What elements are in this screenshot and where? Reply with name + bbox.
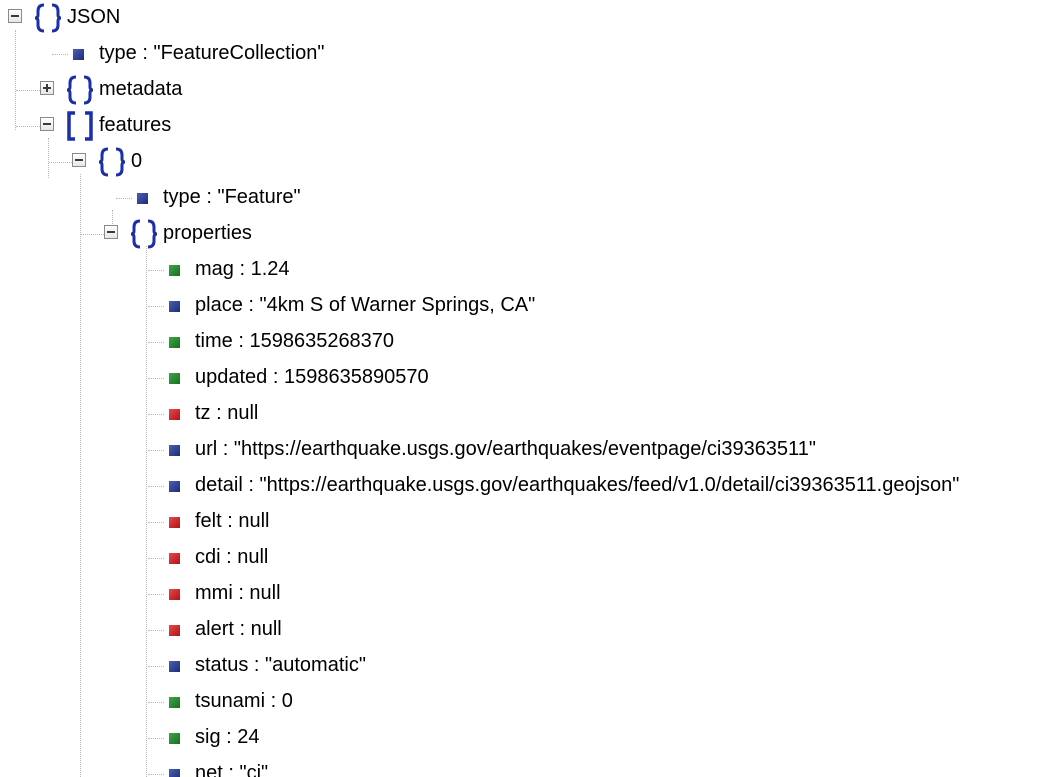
tree-node-metadata[interactable]: metadata (0, 72, 1058, 108)
node-label: features (99, 114, 172, 136)
tree-connector (148, 270, 164, 271)
leaf-label: cdi : null (195, 546, 269, 568)
tree-connector (148, 306, 164, 307)
leaf-label: detail : "https://earthquake.usgs.gov/ea… (195, 474, 960, 496)
tree-connector (148, 342, 164, 343)
number-value-icon (169, 697, 180, 708)
leaf-label: type : "Feature" (163, 186, 301, 208)
leaf-label: url : "https://earthquake.usgs.gov/earth… (195, 438, 816, 460)
string-value-icon (169, 769, 180, 777)
leaf-label: sig : 24 (195, 726, 260, 748)
object-braces-icon (130, 219, 158, 249)
tree-leaf-detail[interactable]: detail : "https://earthquake.usgs.gov/ea… (0, 468, 1058, 504)
node-label: 0 (131, 150, 143, 172)
null-value-icon (169, 553, 180, 564)
collapse-toggle-icon[interactable] (104, 225, 118, 239)
null-value-icon (169, 517, 180, 528)
tree-leaf-felt[interactable]: felt : null (0, 504, 1058, 540)
tree-connector (52, 54, 68, 55)
leaf-label: tz : null (195, 402, 259, 424)
tree-connector (148, 666, 164, 667)
leaf-label: place : "4km S of Warner Springs, CA" (195, 294, 536, 316)
tree-leaf-cdi[interactable]: cdi : null (0, 540, 1058, 576)
tree-connector (148, 594, 164, 595)
leaf-label: felt : null (195, 510, 270, 532)
tree-connector (148, 450, 164, 451)
object-braces-icon (66, 75, 94, 105)
tree-connector (16, 126, 40, 127)
expand-toggle-icon[interactable] (40, 81, 54, 95)
number-value-icon (169, 733, 180, 744)
node-label: properties (163, 222, 252, 244)
collapse-toggle-icon[interactable] (40, 117, 54, 131)
string-value-icon (169, 301, 180, 312)
node-label: metadata (99, 78, 183, 100)
tree-leaf-mmi[interactable]: mmi : null (0, 576, 1058, 612)
tree-leaf-sig[interactable]: sig : 24 (0, 720, 1058, 756)
tree-leaf-time[interactable]: time : 1598635268370 (0, 324, 1058, 360)
leaf-label: alert : null (195, 618, 282, 640)
tree-leaf-url[interactable]: url : "https://earthquake.usgs.gov/earth… (0, 432, 1058, 468)
tree-leaf-status[interactable]: status : "automatic" (0, 648, 1058, 684)
leaf-label: type : "FeatureCollection" (99, 42, 325, 64)
tree-connector (148, 558, 164, 559)
collapse-toggle-icon[interactable] (8, 9, 22, 23)
tree-leaf-net[interactable]: net : "ci" (0, 756, 1058, 777)
leaf-label: time : 1598635268370 (195, 330, 395, 352)
leaf-label: status : "automatic" (195, 654, 366, 676)
string-value-icon (169, 661, 180, 672)
tree-connector (49, 162, 72, 163)
tree-connector (16, 90, 40, 91)
tree-connector (148, 378, 164, 379)
string-value-icon (169, 445, 180, 456)
leaf-label: mmi : null (195, 582, 281, 604)
tree-leaf-mag[interactable]: mag : 1.24 (0, 252, 1058, 288)
tree-connector (148, 522, 164, 523)
tree-connector (148, 702, 164, 703)
tree-connector (148, 414, 164, 415)
tree-connector (148, 486, 164, 487)
tree-leaf-place[interactable]: place : "4km S of Warner Springs, CA" (0, 288, 1058, 324)
leaf-label: net : "ci" (195, 762, 269, 777)
tree-leaf[interactable]: type : "Feature" (0, 180, 1058, 216)
object-braces-icon (34, 3, 62, 33)
null-value-icon (169, 625, 180, 636)
string-value-icon (73, 49, 84, 60)
leaf-label: tsunami : 0 (195, 690, 293, 712)
tree-leaf-tsunami[interactable]: tsunami : 0 (0, 684, 1058, 720)
string-value-icon (137, 193, 148, 204)
tree-node-item-0[interactable]: 0 (0, 144, 1058, 180)
tree-leaf-updated[interactable]: updated : 1598635890570 (0, 360, 1058, 396)
node-label: JSON (67, 6, 121, 28)
array-brackets-icon (67, 111, 93, 141)
tree-node-properties[interactable]: properties (0, 216, 1058, 252)
tree-connector (116, 198, 132, 199)
tree-node-features[interactable]: features (0, 108, 1058, 144)
tree-leaf[interactable]: type : "FeatureCollection" (0, 36, 1058, 72)
tree-connector (148, 630, 164, 631)
null-value-icon (169, 409, 180, 420)
number-value-icon (169, 373, 180, 384)
tree-node-root[interactable]: JSON (0, 0, 1058, 36)
tree-connector (148, 738, 164, 739)
tree-leaf-alert[interactable]: alert : null (0, 612, 1058, 648)
number-value-icon (169, 337, 180, 348)
null-value-icon (169, 589, 180, 600)
object-braces-icon (98, 147, 126, 177)
leaf-label: mag : 1.24 (195, 258, 290, 280)
collapse-toggle-icon[interactable] (72, 153, 86, 167)
leaf-label: updated : 1598635890570 (195, 366, 429, 388)
string-value-icon (169, 481, 180, 492)
tree-leaf-tz[interactable]: tz : null (0, 396, 1058, 432)
tree-connector (148, 774, 164, 775)
tree-connector (81, 234, 104, 235)
json-tree-view: JSON type : "FeatureCollection" metadata… (0, 0, 1058, 777)
number-value-icon (169, 265, 180, 276)
